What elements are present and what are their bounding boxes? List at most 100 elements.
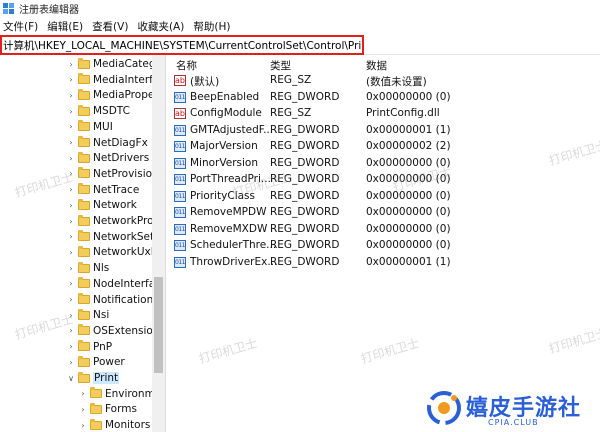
chevron-right-icon[interactable]: › xyxy=(78,389,88,398)
chevron-right-icon[interactable]: › xyxy=(66,248,76,257)
tree-item[interactable]: › MUI xyxy=(66,119,113,135)
folder-icon xyxy=(78,308,90,320)
tree-item[interactable]: › PnP xyxy=(66,339,112,355)
column-header-name[interactable]: 名称 xyxy=(176,58,197,73)
value-type: REG_DWORD xyxy=(270,222,340,235)
tree-item[interactable]: › Nls xyxy=(66,260,109,276)
tree-item[interactable]: › MSDTC xyxy=(66,103,130,119)
tree-item[interactable]: › Network xyxy=(66,197,137,213)
value-row[interactable]: 011 BeepEnabled REG_DWORD 0x00000000 (0) xyxy=(170,90,600,106)
value-data: 0x00000000 (0) xyxy=(366,90,451,103)
tree-item-label: NetTrace xyxy=(93,183,140,196)
value-data: 0x00000002 (2) xyxy=(366,140,451,152)
folder-icon xyxy=(78,245,90,257)
value-row[interactable]: 011 RemoveMPDW REG_DWORD 0x00000000 (0) xyxy=(170,205,600,221)
menu-view[interactable]: 查看(V) xyxy=(89,19,134,34)
menu-edit[interactable]: 编辑(E) xyxy=(44,19,89,34)
tree-item[interactable]: › NetDrivers xyxy=(66,150,149,166)
folder-icon xyxy=(90,387,102,399)
chevron-right-icon[interactable]: › xyxy=(66,264,76,273)
menu-file[interactable]: 文件(F) xyxy=(0,19,44,34)
column-header-data[interactable]: 数据 xyxy=(366,58,387,73)
tree-item[interactable]: › Environme xyxy=(78,386,161,402)
tree-item[interactable]: › NetTrace xyxy=(66,182,139,198)
chevron-down-icon[interactable]: ∨ xyxy=(66,374,76,383)
tree-item-label: Print xyxy=(93,372,120,384)
tree-item-label: MUI xyxy=(93,120,113,133)
values-list: ab (默认) REG_SZ (数值未设置) 011 BeepEnabled REG_DWO… xyxy=(170,73,600,273)
column-header-type[interactable]: 类型 xyxy=(270,58,291,73)
chevron-right-icon[interactable]: › xyxy=(66,75,76,84)
value-data: 0x00000000 (0) xyxy=(366,206,451,218)
tree-item-label: Monitors xyxy=(105,419,151,432)
chevron-right-icon[interactable]: › xyxy=(66,107,76,116)
value-name: ThrowDriverEx... xyxy=(190,255,278,268)
chevron-right-icon[interactable]: › xyxy=(66,217,76,226)
address-bar[interactable]: 计算机\HKEY_LOCAL_MACHINE\SYSTEM\CurrentCon… xyxy=(0,35,364,55)
tree-item[interactable]: › NetworkProv xyxy=(66,213,160,229)
chevron-right-icon[interactable]: › xyxy=(66,138,76,147)
brand-subtitle: CPIA.CLUB xyxy=(488,418,539,427)
menu-favorites[interactable]: 收藏夹(A) xyxy=(134,19,190,34)
tree-item[interactable]: › NetProvision xyxy=(66,166,159,182)
tree-item[interactable]: › Forms xyxy=(78,401,137,417)
chevron-right-icon[interactable]: › xyxy=(78,405,88,414)
chevron-right-icon[interactable]: › xyxy=(66,122,76,131)
tree-item[interactable]: › NodeInterfac xyxy=(66,276,161,292)
values-list-header: 名称 类型 数据 xyxy=(170,55,600,73)
value-type: REG_DWORD xyxy=(270,189,340,202)
folder-icon xyxy=(90,402,102,414)
chevron-right-icon[interactable]: › xyxy=(66,358,76,367)
tree-scrollbar[interactable] xyxy=(152,55,165,432)
tree-item[interactable]: › Power xyxy=(66,354,125,370)
value-row[interactable]: 011 RemoveMXDW REG_DWORD 0x00000000 (0) xyxy=(170,222,600,238)
chevron-right-icon[interactable]: › xyxy=(66,295,76,304)
tree-item[interactable]: › Monitors xyxy=(78,417,150,432)
chevron-right-icon[interactable]: › xyxy=(66,60,76,69)
value-row[interactable]: 011 ThrowDriverEx... REG_DWORD 0x00000001 (… xyxy=(170,255,600,271)
tree-item[interactable]: › MediaInterfa xyxy=(66,72,159,88)
value-row[interactable]: 011 GMTAdjustedF... REG_DWORD 0x00000001 (1… xyxy=(170,123,600,139)
tree-item-label: Nls xyxy=(93,262,110,275)
chevron-right-icon[interactable]: › xyxy=(66,201,76,210)
chevron-right-icon[interactable]: › xyxy=(78,421,88,430)
string-value-icon: ab xyxy=(174,75,186,86)
value-name: ConfigModule xyxy=(190,107,262,119)
value-name: MinorVersion xyxy=(190,156,258,169)
chevron-right-icon[interactable]: › xyxy=(66,342,76,351)
tree-item[interactable]: › NetworkUxM xyxy=(66,244,160,260)
tree-scrollbar-thumb[interactable] xyxy=(154,277,163,373)
chevron-right-icon[interactable]: › xyxy=(66,232,76,241)
value-row[interactable]: ab (默认) REG_SZ (数值未设置) xyxy=(170,73,600,89)
chevron-right-icon[interactable]: › xyxy=(66,154,76,163)
folder-icon xyxy=(78,73,90,85)
value-data: 0x00000000 (0) xyxy=(366,189,451,202)
tree-item[interactable]: › OSExtensionl xyxy=(66,323,162,339)
tree-item[interactable]: › MediaCategc xyxy=(66,56,161,72)
value-type: REG_DWORD xyxy=(270,239,340,251)
tree-item-label: NetDiagFx xyxy=(93,136,148,149)
tree-item[interactable]: › NetworkSetu xyxy=(66,229,161,245)
brand-logo-icon xyxy=(427,391,461,425)
folder-icon xyxy=(90,418,102,430)
chevron-right-icon[interactable]: › xyxy=(66,91,76,100)
folder-icon xyxy=(78,293,90,304)
title-bar: 注册表编辑器 xyxy=(0,0,600,17)
menu-help[interactable]: 帮助(H) xyxy=(190,19,236,34)
dword-value-icon: 011 xyxy=(174,190,186,202)
value-row[interactable]: 011 MinorVersion REG_DWORD 0x00000000 (0) xyxy=(170,156,600,172)
tree-item[interactable]: › MediaProper xyxy=(66,87,159,103)
dword-value-icon: 011 xyxy=(174,207,186,218)
value-row[interactable]: 011 MajorVersion REG_DWORD 0x00000002 (2) xyxy=(170,139,600,155)
tree-item-label: MediaProper xyxy=(93,89,159,102)
tree-item[interactable]: › NetDiagFx xyxy=(66,135,148,151)
tree-item[interactable]: › Notifications xyxy=(66,292,159,308)
tree-item[interactable]: ∨ Print xyxy=(66,370,120,386)
value-row[interactable]: 011 SchedulerThre... REG_DWORD 0x00000000 (… xyxy=(170,238,600,254)
value-row[interactable]: ab ConfigModule REG_SZ PrintConfig.dll xyxy=(170,106,600,122)
tree-item-label: NetworkUxM xyxy=(93,246,160,259)
folder-icon xyxy=(78,230,90,242)
tree-item-label: MSDTC xyxy=(93,105,130,118)
chevron-right-icon[interactable]: › xyxy=(66,279,76,288)
folder-icon xyxy=(78,183,90,195)
